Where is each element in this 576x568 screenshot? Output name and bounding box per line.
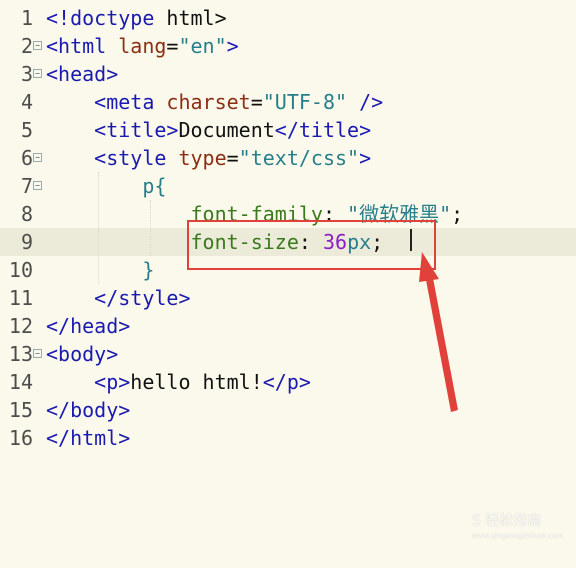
code-token: Document bbox=[178, 118, 275, 142]
line-number: 4 bbox=[20, 90, 33, 114]
code-token: </title> bbox=[274, 118, 372, 142]
line-number: 1 bbox=[20, 6, 33, 30]
line-number: 8 bbox=[20, 202, 33, 226]
code-token: </body> bbox=[46, 398, 131, 422]
code-text: </head> bbox=[46, 312, 130, 340]
highlight-box bbox=[187, 220, 436, 270]
code-token: <p> bbox=[46, 370, 131, 394]
code-token: hello html! bbox=[130, 370, 263, 394]
code-token: type bbox=[178, 146, 227, 170]
code-token: </style> bbox=[46, 286, 191, 310]
line-number: 7 bbox=[20, 174, 33, 198]
line-number: 9 bbox=[20, 230, 33, 254]
watermark: S 轻松指南 www.qingsongzhinan.com bbox=[472, 510, 563, 540]
code-token: = bbox=[250, 90, 263, 114]
indent-guide bbox=[98, 172, 99, 284]
code-text: p{ bbox=[46, 172, 166, 200]
line-number: 15 bbox=[8, 398, 33, 422]
code-line[interactable]: 3− <head> bbox=[0, 60, 576, 88]
code-line[interactable]: 13− <body> bbox=[0, 340, 576, 368]
code-token: p{ bbox=[46, 174, 167, 198]
code-token: <style bbox=[46, 146, 179, 170]
code-editor[interactable]: 1 <!doctype html> 2− <html lang="en"> 3− <hea… bbox=[0, 0, 576, 568]
code-token: </html> bbox=[46, 426, 131, 450]
fold-toggle-icon[interactable]: − bbox=[33, 41, 42, 50]
code-token: <body> bbox=[46, 342, 119, 366]
fold-toggle-icon[interactable]: − bbox=[33, 69, 42, 78]
line-number: 12 bbox=[8, 314, 33, 338]
code-text: <style type="text/css"> bbox=[46, 144, 371, 172]
code-token: doctype bbox=[70, 6, 155, 30]
code-text: <meta charset="UTF-8" /> bbox=[46, 88, 383, 116]
code-line[interactable]: 6− <style type="text/css"> bbox=[0, 144, 576, 172]
fold-toggle-icon[interactable]: − bbox=[33, 349, 42, 358]
code-line[interactable]: 12 </head> bbox=[0, 312, 576, 340]
watermark-text: S 轻松指南 bbox=[472, 513, 542, 529]
code-text: } bbox=[46, 256, 154, 284]
code-token: > bbox=[359, 146, 372, 170]
code-text: <html lang="en"> bbox=[46, 32, 239, 60]
code-text: </body> bbox=[46, 396, 130, 424]
code-line[interactable]: 16 </html> bbox=[0, 424, 576, 452]
code-token: /> bbox=[347, 90, 384, 114]
fold-toggle-icon[interactable]: − bbox=[33, 153, 42, 162]
code-line[interactable]: 14 <p>hello html!</p> bbox=[0, 368, 576, 396]
code-line[interactable]: 4 <meta charset="UTF-8" /> bbox=[0, 88, 576, 116]
code-token: = bbox=[226, 146, 239, 170]
line-number: 14 bbox=[8, 370, 33, 394]
watermark-url: www.qingsongzhinan.com bbox=[472, 532, 564, 540]
code-text: <p>hello html!</p> bbox=[46, 368, 311, 396]
code-line[interactable]: 5 <title>Document</title> bbox=[0, 116, 576, 144]
code-text: <!doctype html> bbox=[46, 4, 227, 32]
code-token: "en" bbox=[178, 34, 227, 58]
code-token: </head> bbox=[46, 314, 131, 338]
code-token: <title> bbox=[46, 118, 179, 142]
code-token: </p> bbox=[262, 370, 311, 394]
line-number: 13 bbox=[8, 342, 33, 366]
line-number: 2 bbox=[20, 34, 33, 58]
line-number: 11 bbox=[8, 286, 33, 310]
code-text: <head> bbox=[46, 60, 118, 88]
code-line[interactable]: 11 </style> bbox=[0, 284, 576, 312]
line-number: 16 bbox=[8, 426, 33, 450]
line-number: 6 bbox=[20, 146, 33, 170]
code-token: <head> bbox=[46, 62, 119, 86]
code-token: ; bbox=[451, 202, 464, 226]
code-token: <meta bbox=[46, 90, 167, 114]
code-text: </html> bbox=[46, 424, 130, 452]
code-token: } bbox=[46, 258, 155, 282]
code-line[interactable]: 7− p{ bbox=[0, 172, 576, 200]
indent-guide bbox=[150, 200, 151, 256]
code-token: lang bbox=[118, 34, 167, 58]
code-token: = bbox=[166, 34, 179, 58]
code-line[interactable]: 2− <html lang="en"> bbox=[0, 32, 576, 60]
code-text: <title>Document</title> bbox=[46, 116, 371, 144]
line-number: 10 bbox=[8, 258, 33, 282]
fold-toggle-icon[interactable]: − bbox=[33, 181, 42, 190]
code-line[interactable]: 1 <!doctype html> bbox=[0, 4, 576, 32]
code-token: "text/css" bbox=[238, 146, 360, 170]
line-number: 3 bbox=[20, 62, 33, 86]
code-token: > bbox=[226, 34, 239, 58]
text-cursor bbox=[410, 229, 412, 251]
code-token: html> bbox=[154, 6, 227, 30]
code-text: <body> bbox=[46, 340, 118, 368]
code-line[interactable]: 15 </body> bbox=[0, 396, 576, 424]
code-text: </style> bbox=[46, 284, 191, 312]
code-token: <! bbox=[46, 6, 71, 30]
code-token: <html bbox=[46, 34, 119, 58]
code-token: charset bbox=[166, 90, 251, 114]
code-token: "UTF-8" bbox=[262, 90, 348, 114]
line-number: 5 bbox=[20, 118, 33, 142]
